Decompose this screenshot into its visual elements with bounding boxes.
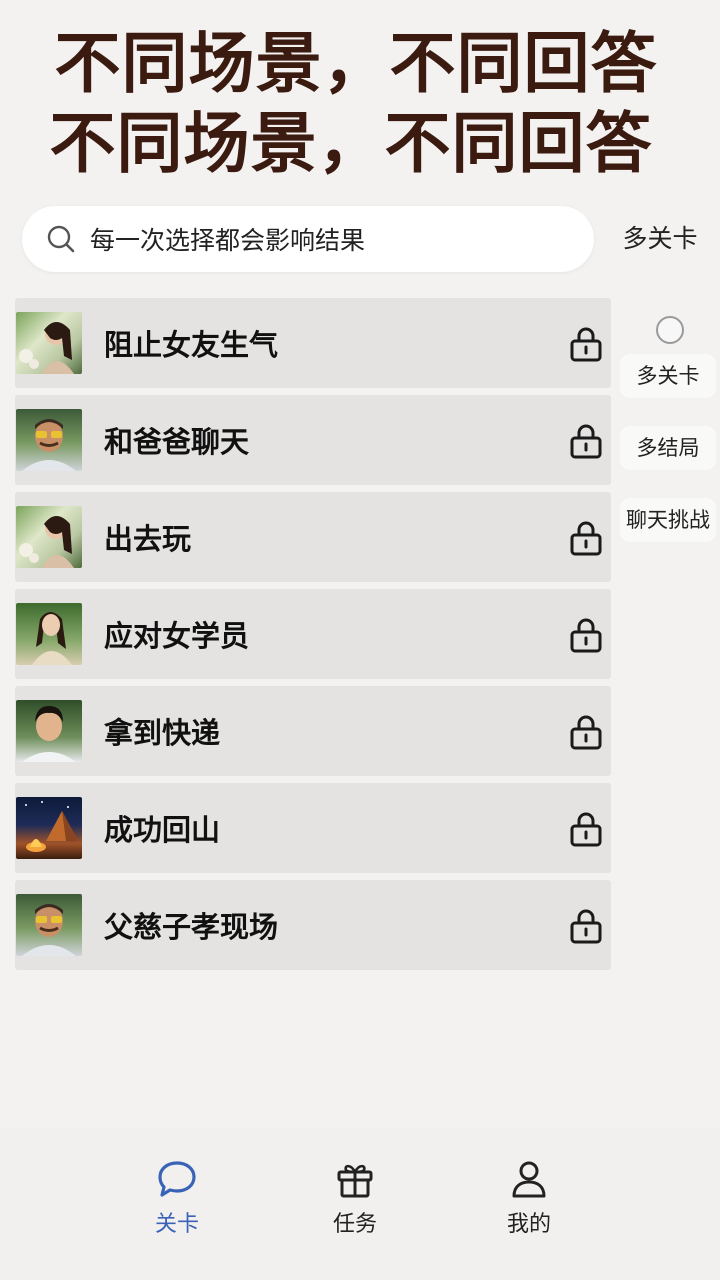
gift-icon — [337, 1164, 373, 1198]
search-icon — [47, 225, 75, 253]
chat-bubble-icon — [158, 1161, 196, 1197]
chip-chat-challenge[interactable]: 聊天挑战 — [620, 498, 716, 542]
tab-label: 我的 — [506, 1212, 551, 1237]
level-row[interactable]: 成功回山 — [15, 783, 611, 873]
level-row[interactable]: 和爸爸聊天 — [15, 395, 611, 485]
level-row[interactable]: 拿到快递 — [15, 686, 611, 776]
level-row[interactable]: 阻止女友生气 — [15, 298, 611, 388]
person-icon — [512, 1161, 546, 1198]
lock-icon — [570, 424, 602, 459]
banner-headline-1: 不同场景，不同回答 — [54, 25, 658, 102]
filter-radio[interactable] — [656, 316, 684, 344]
level-title: 成功回山 — [104, 813, 221, 847]
tab-profile[interactable]: 我的 — [474, 1158, 584, 1238]
lock-icon — [570, 812, 602, 847]
tab-tasks[interactable]: 任务 — [300, 1158, 410, 1238]
avatar-older-man-glasses — [16, 894, 82, 956]
banner-headline-2: 不同场景，不同回答 — [49, 105, 653, 182]
level-row[interactable]: 应对女学员 — [15, 589, 611, 679]
level-row[interactable]: 父慈子孝现场 — [15, 880, 611, 970]
level-title: 拿到快递 — [104, 716, 221, 750]
lock-icon — [570, 909, 602, 944]
avatar-woman-forest — [16, 603, 82, 665]
tab-levels[interactable]: 关卡 — [122, 1158, 232, 1238]
lock-icon — [570, 618, 602, 653]
lock-icon — [570, 715, 602, 750]
lock-icon — [570, 521, 602, 556]
level-list: 阻止女友生气 和爸爸聊天 出去玩 应对女学员 拿到快递 成功回山 父慈子孝现场 — [15, 298, 611, 977]
level-title: 出去玩 — [104, 522, 192, 556]
avatar-woman-flowers — [16, 506, 82, 568]
bottom-tab-bar: 关卡 任务 我的 — [0, 1128, 720, 1280]
lock-icon — [570, 327, 602, 362]
side-filter-panel: 多关卡 多结局 聊天挑战 — [620, 316, 716, 570]
level-title: 阻止女友生气 — [104, 328, 279, 362]
level-title: 父慈子孝现场 — [104, 910, 279, 944]
avatar-young-man — [16, 700, 82, 762]
chip-multi-ending[interactable]: 多结局 — [620, 426, 716, 470]
level-title: 和爸爸聊天 — [104, 425, 250, 459]
promo-banner: 不同场景，不同回答 不同场景，不同回答 — [0, 24, 720, 184]
avatar-older-man-glasses — [16, 409, 82, 471]
chip-multi-level[interactable]: 多关卡 — [620, 354, 716, 398]
level-row[interactable]: 出去玩 — [15, 492, 611, 582]
search-placeholder[interactable]: 每一次选择都会影响结果 — [90, 221, 365, 257]
filter-multi-level[interactable]: 多关卡 — [608, 218, 712, 260]
search-bar[interactable]: 每一次选择都会影响结果 — [22, 206, 594, 272]
level-title: 应对女学员 — [104, 619, 250, 653]
tab-label: 任务 — [332, 1212, 377, 1237]
avatar-woman-flowers — [16, 312, 82, 374]
avatar-campfire-night — [16, 797, 82, 859]
tab-label: 关卡 — [154, 1212, 199, 1237]
